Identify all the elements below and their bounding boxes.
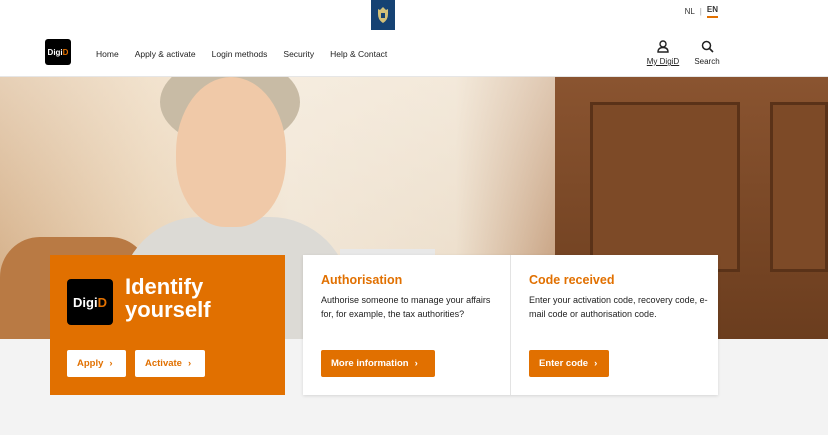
enter-code-button[interactable]: Enter code › bbox=[529, 350, 609, 377]
chevron-right-icon: › bbox=[187, 358, 192, 369]
enter-code-label: Enter code bbox=[539, 358, 589, 369]
code-received-text: Enter your activation code, recovery cod… bbox=[529, 295, 708, 319]
authorisation-section: Authorisation Authorise someone to manag… bbox=[321, 273, 496, 321]
card-divider bbox=[510, 255, 511, 395]
language-switcher: NL | EN bbox=[685, 5, 718, 18]
nav-item-home[interactable]: Home bbox=[96, 49, 119, 59]
chevron-right-icon: › bbox=[594, 358, 598, 369]
chevron-right-icon: › bbox=[109, 358, 113, 369]
nav-item-login-methods[interactable]: Login methods bbox=[212, 49, 268, 59]
main-nav: Home Apply & activate Login methods Secu… bbox=[96, 49, 403, 59]
services-card: Authorisation Authorise someone to manag… bbox=[303, 255, 718, 395]
more-information-label: More information bbox=[331, 358, 409, 369]
authorisation-text: Authorise someone to manage your affairs… bbox=[321, 295, 491, 319]
search-link[interactable]: Search bbox=[693, 40, 721, 66]
code-received-title: Code received bbox=[529, 273, 615, 287]
apply-button[interactable]: Apply › bbox=[67, 350, 126, 377]
lang-en-link[interactable]: EN bbox=[706, 5, 718, 18]
activate-button[interactable]: Activate › bbox=[135, 350, 205, 377]
digid-card-logo: Digi D bbox=[67, 279, 113, 325]
logo-text-digi: Digi bbox=[47, 47, 63, 57]
search-icon bbox=[701, 40, 714, 53]
identify-title: Identify yourself bbox=[125, 274, 211, 322]
nav-item-help-contact[interactable]: Help & Contact bbox=[330, 49, 387, 59]
my-digid-link[interactable]: My DigiD bbox=[645, 40, 681, 66]
logo-text-d: D bbox=[62, 47, 69, 57]
search-label: Search bbox=[694, 57, 720, 66]
chevron-right-icon: › bbox=[414, 358, 418, 369]
code-received-section: Code received Enter your activation code… bbox=[529, 273, 709, 321]
authorisation-title: Authorisation bbox=[321, 273, 403, 287]
nav-item-apply-activate[interactable]: Apply & activate bbox=[135, 49, 196, 59]
identify-card: Digi D Identify yourself Apply › Activate… bbox=[50, 255, 285, 395]
digid-logo[interactable]: Digi D bbox=[45, 39, 71, 65]
activate-button-label: Activate bbox=[145, 358, 182, 369]
top-bar: NL | EN bbox=[0, 0, 828, 32]
user-icon bbox=[657, 40, 669, 53]
card-logo-text-d: D bbox=[97, 294, 107, 310]
apply-button-label: Apply bbox=[77, 358, 104, 369]
lang-nl-link[interactable]: NL bbox=[685, 7, 695, 16]
nav-item-security[interactable]: Security bbox=[283, 49, 314, 59]
my-digid-label: My DigiD bbox=[646, 57, 680, 66]
lang-separator: | bbox=[699, 7, 702, 16]
main-header: Digi D Home Apply & activate Login method… bbox=[0, 32, 828, 77]
card-logo-text-digi: Digi bbox=[73, 294, 98, 310]
government-crest-icon bbox=[371, 0, 395, 30]
more-information-button[interactable]: More information › bbox=[321, 350, 435, 377]
